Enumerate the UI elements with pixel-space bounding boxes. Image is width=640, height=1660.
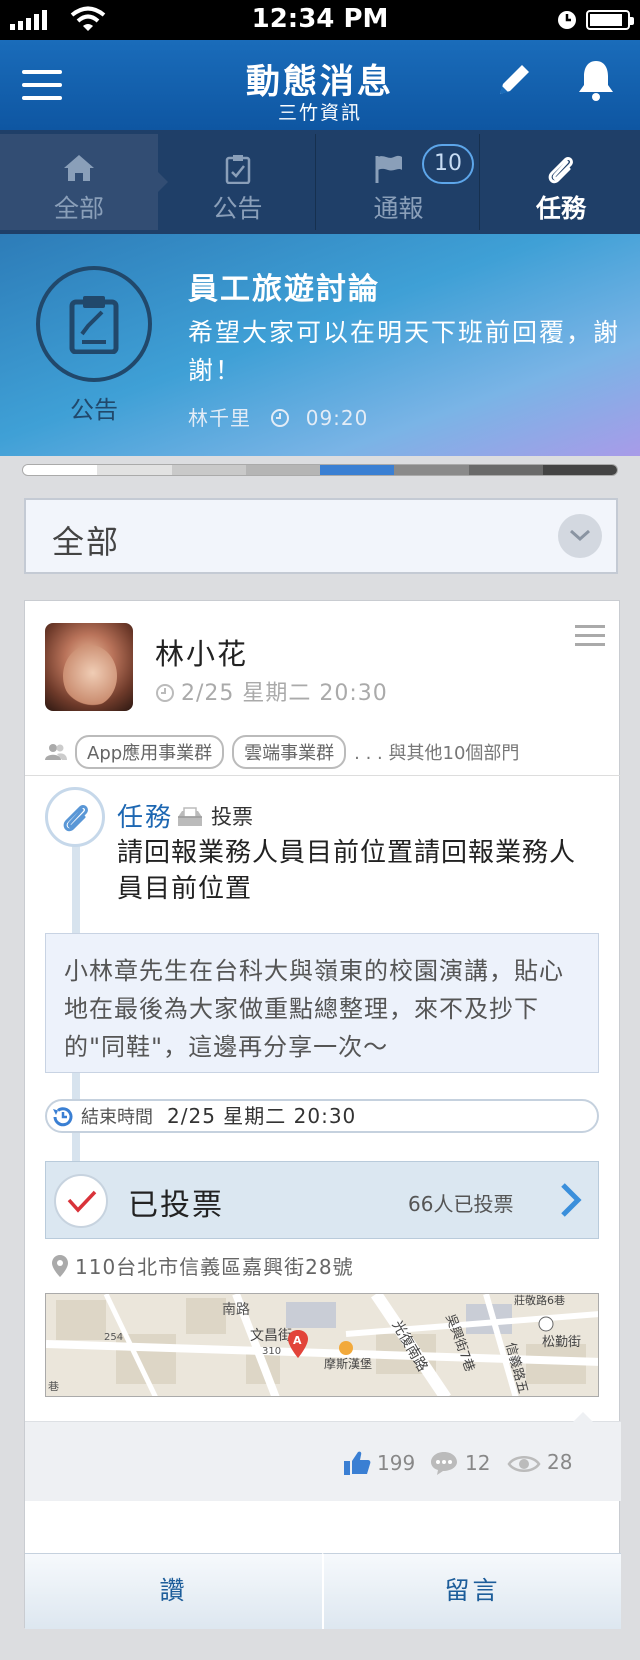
announcement-meta: 林千里 09:20 (188, 402, 368, 431)
alarm-icon (558, 11, 576, 29)
announcement-body: 希望大家可以在明天下班前回覆，謝謝！ (188, 318, 621, 385)
category-tabs: 全部 公告 通報 任務 (0, 130, 640, 234)
end-time-value: 2/25 星期二 20:30 (167, 1104, 357, 1128)
map-image: 南路 文昌街 光復南路 吳興街7巷 信義路五 松勤街 莊敬路6巷 摩斯漢堡 25… (46, 1294, 598, 1396)
page-title: 動態消息 (246, 62, 394, 102)
map-label: 莊敬路6巷 (514, 1294, 565, 1307)
paperclip-icon (548, 157, 573, 184)
page-subtitle: 三竹資訊 (277, 102, 362, 124)
vote-type-label: 投票 (211, 805, 253, 829)
battery-icon (586, 10, 634, 30)
map-label: 巷 (48, 1380, 59, 1393)
chevron-down-icon[interactable] (558, 514, 602, 558)
voted-count: 66人已投票 (408, 1192, 514, 1216)
announcement-author: 林千里 (188, 406, 251, 430)
tab-label: 公告 (212, 194, 263, 223)
app-header: 動態消息 三竹資訊 (0, 40, 640, 130)
end-time-label: 結束時間 (81, 1107, 153, 1128)
map-label: 文昌街 (250, 1328, 292, 1344)
department-tags: App應用事業群 雲端事業群 . . . 與其他10個部門 (45, 735, 519, 769)
department-tag[interactable]: 雲端事業群 (232, 735, 347, 769)
report-count-badge: 10 (422, 144, 474, 184)
filter-dropdown[interactable]: 全部 (24, 498, 618, 574)
post-date: 2/25 星期二 20:30 (181, 681, 388, 706)
flag-icon (375, 155, 402, 183)
likes-count: 199 (377, 1451, 416, 1475)
post-title: 請回報業務人員目前位置請回報業務人員目前位置 (117, 838, 577, 904)
announcement-category: 公告 (70, 396, 118, 424)
post-quote: 小林章先生在台科大與嶺東的校園演講，貼心地在最後為大家做重點總整理，來不及抄下的… (45, 933, 599, 1073)
tab-all[interactable]: 全部 (0, 134, 168, 230)
voted-label: 已投票 (128, 1188, 224, 1223)
status-bar: 12:34 PM (0, 0, 640, 40)
avatar[interactable] (45, 623, 133, 711)
tab-label: 全部 (53, 194, 104, 223)
check-circle (54, 1174, 108, 1228)
edit-icon[interactable] (494, 60, 534, 100)
map-label: 南路 (222, 1302, 250, 1318)
location-text: 110台北市信義區嘉興街28號 (75, 1255, 354, 1279)
like-button[interactable]: 讚 (25, 1553, 322, 1629)
ballot-box-icon (178, 807, 202, 826)
parking-icon (538, 1316, 554, 1332)
tab-announcement[interactable]: 公告 (160, 134, 316, 230)
users-icon (45, 744, 67, 760)
announcement-time: 09:20 (305, 406, 369, 430)
banner-page-indicator[interactable] (22, 464, 618, 476)
location-pin-icon (52, 1255, 68, 1277)
announcement-badge (36, 266, 152, 382)
tab-task[interactable]: 任務 (482, 134, 640, 230)
vote-result-button[interactable]: 已投票 66人已投票 (45, 1161, 599, 1239)
post-card: 林小花 2/25 星期二 20:30 App應用事業群 雲端事業群 . . . … (24, 600, 621, 1629)
map-label: 摩斯漢堡 (324, 1356, 372, 1371)
map-label: 254 (104, 1332, 123, 1343)
location-map[interactable]: 南路 文昌街 光復南路 吳興街7巷 信義路五 松勤街 莊敬路6巷 摩斯漢堡 25… (45, 1293, 599, 1397)
location-row: 110台北市信義區嘉興街28號 (51, 1251, 354, 1280)
chevron-right-icon (561, 1183, 582, 1217)
likes-stat[interactable]: 199 (343, 1450, 415, 1476)
featured-announcement[interactable]: 公告 員工旅遊討論 希望大家可以在明天下班前回覆，謝謝！ 林千里 09:20 (0, 234, 640, 456)
map-label: 310 (262, 1346, 281, 1357)
filter-label: 全部 (52, 523, 121, 561)
task-badge (45, 787, 105, 847)
tab-label: 任務 (535, 194, 586, 223)
clock-icon (271, 409, 290, 427)
map-pin-label: A (293, 1334, 302, 1347)
history-icon (53, 1107, 73, 1127)
post-stats: 199 12 28 (25, 1412, 621, 1501)
post-type: 任務 (117, 803, 174, 833)
status-time: 12:34 PM (251, 4, 389, 34)
map-label: 松勤街 (542, 1335, 581, 1350)
views-count: 28 (547, 1450, 573, 1474)
bell-icon[interactable] (576, 58, 616, 102)
home-icon (64, 155, 94, 181)
comments-count: 12 (465, 1451, 491, 1475)
post-author: 林小花 (155, 637, 249, 671)
end-time: 結束時間 2/25 星期二 20:30 (45, 1099, 599, 1133)
views-stat: 28 (507, 1450, 572, 1475)
restaurant-icon (339, 1341, 353, 1355)
clock-icon (156, 684, 174, 702)
comment-icon (431, 1452, 457, 1475)
department-more[interactable]: . . . 與其他10個部門 (354, 739, 519, 765)
clipboard-icon (69, 296, 119, 354)
clipboard-icon (225, 155, 250, 184)
comment-button[interactable]: 留言 (322, 1553, 621, 1629)
divider (25, 775, 621, 776)
comments-stat[interactable]: 12 (429, 1450, 490, 1476)
check-icon (67, 1190, 97, 1213)
vote-type: 投票 (177, 801, 253, 831)
thumbs-up-icon (344, 1451, 371, 1475)
department-tag[interactable]: App應用事業群 (75, 735, 225, 769)
post-actions: 讚 留言 (25, 1553, 621, 1629)
paperclip-icon (63, 805, 88, 832)
post-date-row: 2/25 星期二 20:30 (155, 675, 388, 707)
announcement-title: 員工旅遊討論 (188, 272, 380, 307)
eye-icon (507, 1456, 541, 1472)
tab-label: 通報 (373, 194, 424, 223)
more-menu-icon[interactable] (575, 625, 605, 652)
